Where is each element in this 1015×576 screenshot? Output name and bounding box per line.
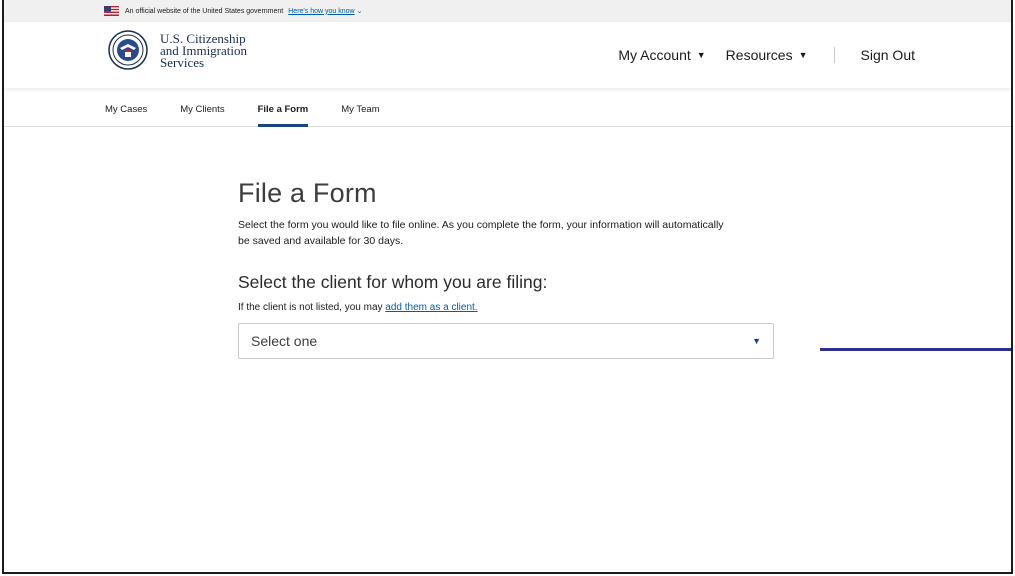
callout-line: [820, 348, 1011, 351]
sign-out-button[interactable]: Sign Out: [861, 47, 915, 63]
intro-text: Select the form you would like to file o…: [238, 219, 724, 247]
client-select[interactable]: Select one ▼: [238, 323, 774, 359]
tab-bar: My Cases My Clients File a Form My Team: [4, 88, 1011, 127]
page-title: File a Form: [238, 178, 377, 208]
header-nav: My Account ▼ Resources ▼ Sign Out: [598, 22, 1011, 88]
client-hint: If the client is not listed, you may add…: [238, 302, 778, 313]
my-account-label: My Account: [618, 47, 691, 63]
my-account-menu[interactable]: My Account ▼: [618, 47, 705, 63]
caret-down-icon: ▼: [752, 336, 761, 346]
agency-name[interactable]: U.S. Citizenship and Immigration Service…: [160, 32, 247, 70]
resources-menu[interactable]: Resources ▼: [726, 47, 808, 63]
gov-banner-text: An official website of the United States…: [125, 7, 284, 15]
section-title: Select the client for whom you are filin…: [238, 272, 548, 292]
gov-banner: An official website of the United States…: [4, 0, 1011, 22]
heres-how-you-know-link[interactable]: Here's how you know: [288, 8, 354, 15]
tab-my-clients[interactable]: My Clients: [180, 104, 224, 126]
nav-divider: [833, 47, 835, 63]
chevron-down-icon[interactable]: ⌄: [357, 7, 363, 15]
tab-my-cases[interactable]: My Cases: [105, 104, 147, 126]
dhs-seal-icon[interactable]: [108, 30, 148, 70]
us-flag-icon: [104, 6, 119, 16]
client-hint-text: If the client is not listed, you may: [238, 302, 386, 313]
agency-line-3: Services: [160, 55, 205, 70]
caret-down-icon: ▼: [798, 50, 808, 60]
tab-file-a-form[interactable]: File a Form: [257, 104, 308, 127]
main-content: File a Form Select the form you would li…: [238, 178, 778, 359]
caret-down-icon: ▼: [696, 50, 706, 60]
client-select-value: Select one: [251, 333, 318, 349]
add-client-link[interactable]: add them as a client.: [385, 302, 477, 313]
tab-my-team[interactable]: My Team: [341, 104, 379, 126]
site-header: U.S. Citizenship and Immigration Service…: [4, 22, 1011, 88]
resources-label: Resources: [725, 47, 793, 63]
